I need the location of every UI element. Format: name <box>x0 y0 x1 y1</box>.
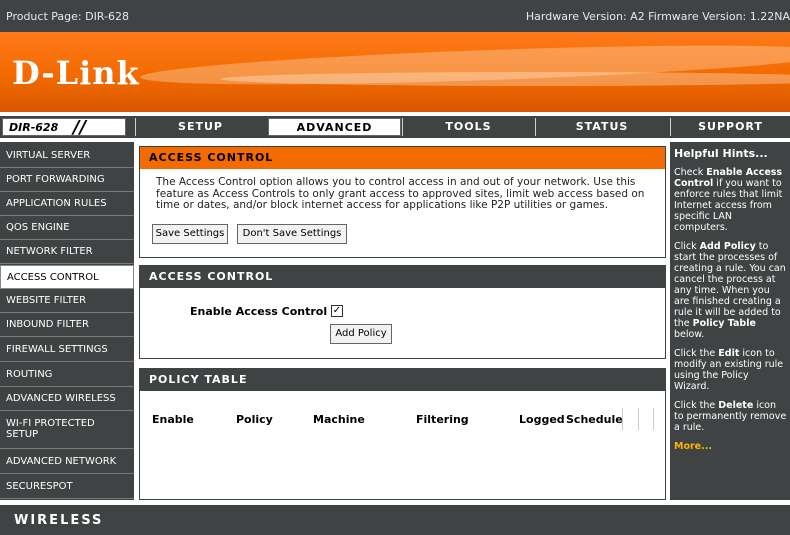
column-header-machine: Machine <box>313 413 365 426</box>
top-info-bar: Product Page: DIR-628 Hardware Version: … <box>0 0 790 32</box>
tab-setup[interactable]: SETUP <box>135 118 265 136</box>
wireless-footer-label: WIRELESS <box>14 513 104 528</box>
sidebar-item-routing[interactable]: ROUTING <box>0 363 134 387</box>
model-badge: DIR-628 // <box>2 117 126 138</box>
policy-table-title: POLICY TABLE <box>140 369 665 391</box>
dont-save-settings-button[interactable]: Don't Save Settings <box>237 224 347 244</box>
tab-status[interactable]: STATUS <box>535 118 668 136</box>
footer-bar: WIRELESS <box>0 505 790 535</box>
product-page-text: Product Page: DIR-628 <box>6 10 129 23</box>
column-header-delete <box>638 408 654 430</box>
hint-delete-icon: Click the Delete icon to permanently rem… <box>674 400 787 433</box>
sidebar-item-network-filter[interactable]: NETWORK FILTER <box>0 240 134 264</box>
tab-support[interactable]: SUPPORT <box>670 118 790 136</box>
tab-advanced[interactable]: ADVANCED <box>268 118 401 136</box>
enable-access-control-checkbox[interactable]: ✓ <box>331 305 343 317</box>
intro-description: The Access Control option allows you to … <box>156 176 645 211</box>
model-slashes-icon: // <box>73 117 87 138</box>
sidebar-item-wifi-protected-setup[interactable]: WI-FI PROTECTED SETUP <box>0 412 134 449</box>
sidebar-item-port-forwarding[interactable]: PORT FORWARDING <box>0 168 134 192</box>
save-settings-button[interactable]: Save Settings <box>152 224 228 244</box>
sidebar-item-advanced-wireless[interactable]: ADVANCED WIRELESS <box>0 387 134 411</box>
sidebar-item-advanced-network[interactable]: ADVANCED NETWORK <box>0 450 134 474</box>
model-label: DIR-628 <box>9 121 59 134</box>
column-header-enable: Enable <box>152 413 194 426</box>
column-header-policy: Policy <box>236 413 273 426</box>
intro-title: ACCESS CONTROL <box>140 147 665 169</box>
sidebar-item-virtual-server[interactable]: VIRTUAL SERVER <box>0 144 134 168</box>
version-text: Hardware Version: A2 Firmware Version: 1… <box>525 10 790 23</box>
brand-banner: D-Link <box>0 32 790 112</box>
hint-add-policy: Click Add Policy to start the processes … <box>674 241 786 340</box>
sidebar-item-firewall-settings[interactable]: FIREWALL SETTINGS <box>0 338 134 362</box>
enable-access-control-label: Enable Access Control : <box>190 305 336 318</box>
access-control-title: ACCESS CONTROL <box>140 266 665 288</box>
sidebar-item-qos-engine[interactable]: QOS ENGINE <box>0 216 134 240</box>
column-header-logged: Logged <box>519 413 565 426</box>
hint-edit-icon: Click the Edit icon to modify an existin… <box>674 348 784 392</box>
hint-enable-access-control: Check Enable Access Control if you want … <box>674 167 783 233</box>
hints-title: Helpful Hints... <box>674 147 768 160</box>
sidebar-item-access-control[interactable]: ACCESS CONTROL <box>0 265 134 289</box>
sidebar-item-website-filter[interactable]: WEBSITE FILTER <box>0 289 134 313</box>
policy-table-section: POLICY TABLE <box>139 368 666 500</box>
column-header-schedule: Schedule <box>566 413 623 426</box>
sidebar-item-inbound-filter[interactable]: INBOUND FILTER <box>0 313 134 337</box>
add-policy-button[interactable]: Add Policy <box>330 324 392 344</box>
sidebar-item-application-rules[interactable]: APPLICATION RULES <box>0 192 134 216</box>
column-header-filtering: Filtering <box>416 413 469 426</box>
sidebar-menu: VIRTUAL SERVER PORT FORWARDING APPLICATI… <box>0 142 134 500</box>
column-header-edit <box>622 408 638 430</box>
sidebar-item-securespot[interactable]: SECURESPOT <box>0 475 134 499</box>
dlink-logo: D-Link <box>12 54 140 92</box>
helpful-hints-panel: Helpful Hints... Check Enable Access Con… <box>670 142 790 500</box>
more-link[interactable]: More... <box>674 441 787 452</box>
tab-tools[interactable]: TOOLS <box>402 118 534 136</box>
